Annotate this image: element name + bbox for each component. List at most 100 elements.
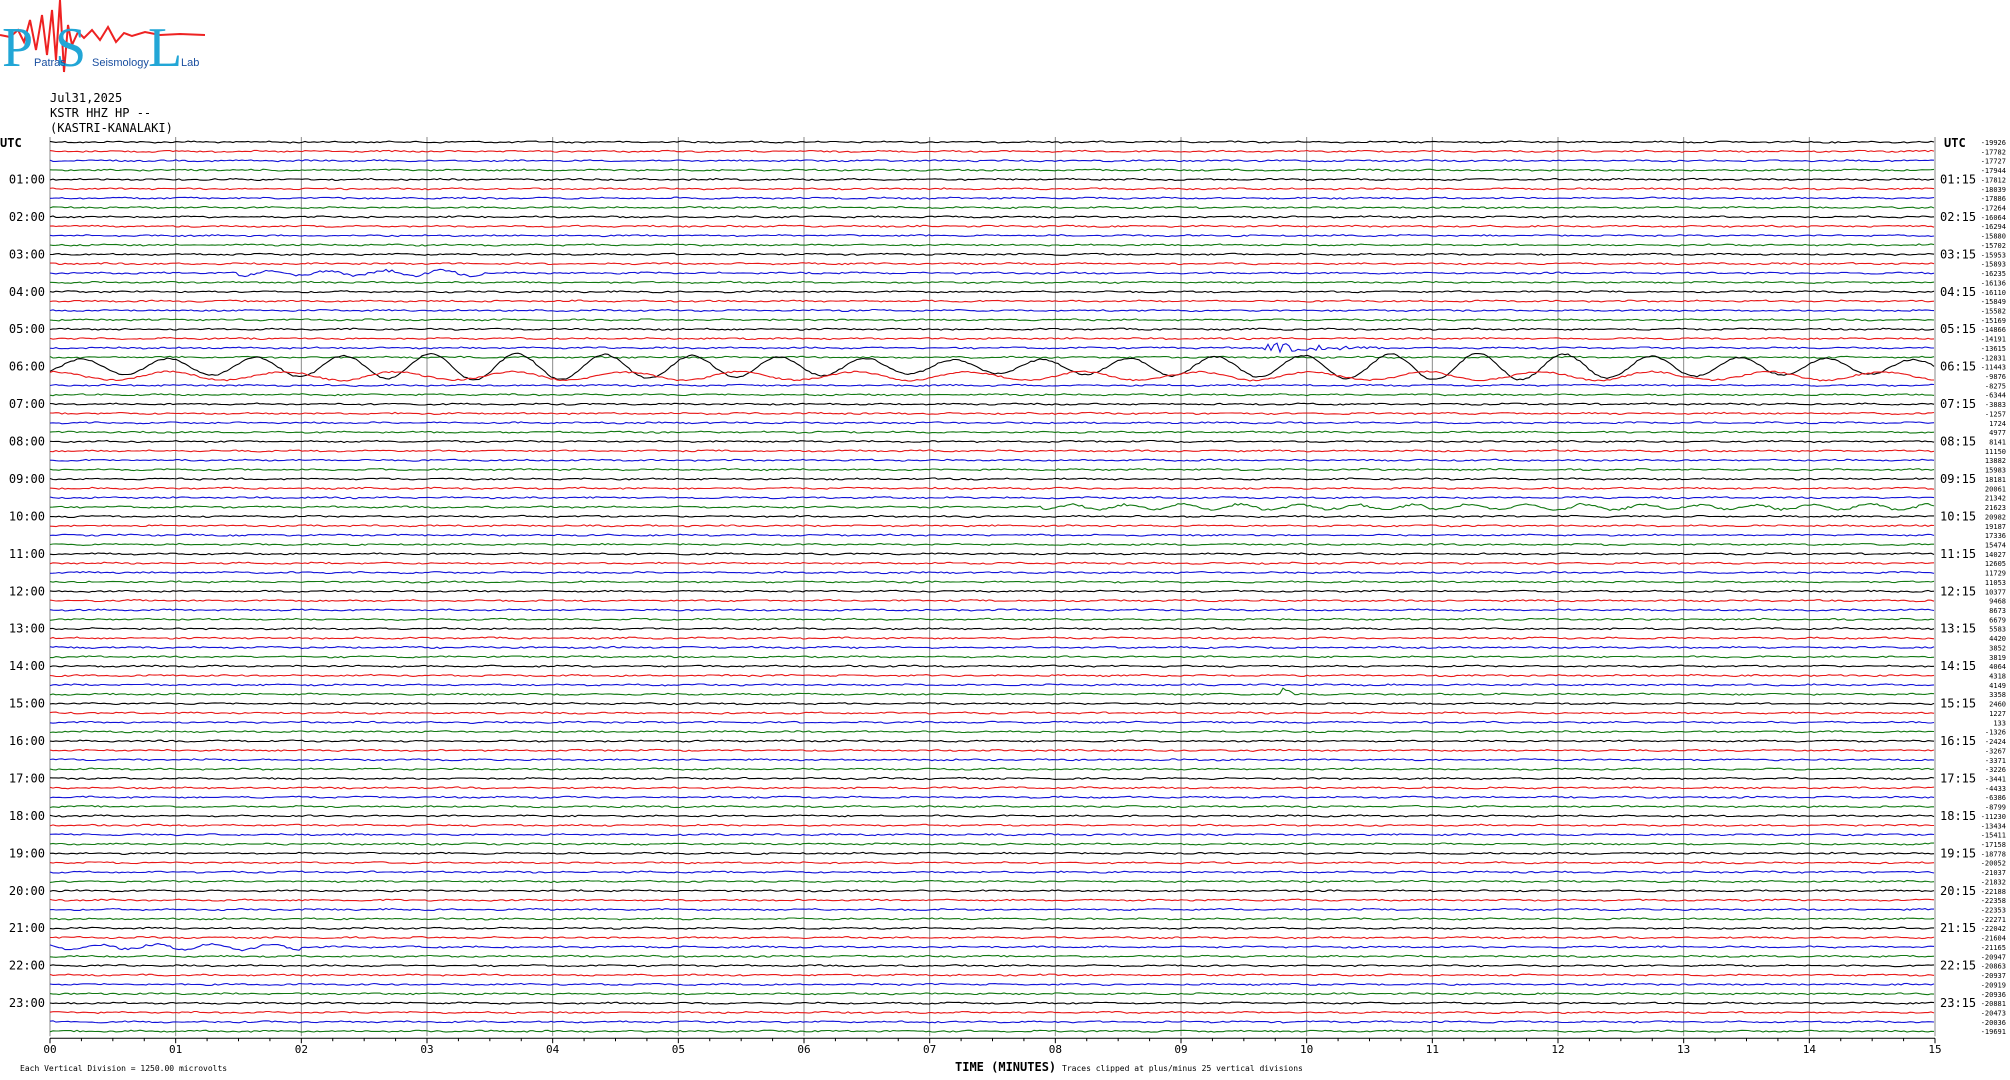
trace-offset: -19691 [1981, 1028, 2006, 1036]
left-axis-label: UTC [0, 136, 22, 150]
trace-line [49, 702, 1935, 706]
trace-line [49, 711, 1935, 715]
hour-label-left: 04:00 [9, 285, 45, 299]
trace-offset: 13882 [1985, 457, 2006, 465]
x-tick-label: 05 [672, 1043, 685, 1056]
trace-offset: -1257 [1985, 410, 2006, 418]
trace-line [49, 205, 1935, 210]
trace-line [49, 177, 1935, 181]
x-tick-label: 14 [1803, 1043, 1817, 1056]
helicorder-chart: UTC 01:00 02:00 03:00 04:00 05:00 06:00 07:00 0… [0, 136, 2006, 1074]
trace-offset: -22271 [1981, 916, 2006, 924]
x-tick-label: 11 [1426, 1043, 1439, 1056]
trace-offset: -17886 [1981, 195, 2006, 203]
trace-line [49, 243, 1935, 247]
trace-offset: 19187 [1985, 523, 2006, 531]
trace-offset: 18181 [1985, 476, 2006, 484]
hour-label-left: 11:00 [9, 547, 45, 561]
trace-line [49, 224, 1935, 228]
trace-offset: -21832 [1981, 878, 2006, 886]
trace-offset: 3852 [1989, 644, 2006, 652]
trace-offset: -21604 [1981, 935, 2006, 943]
x-tick-label: 12 [1551, 1043, 1564, 1056]
footer-clip-note: Traces clipped at plus/minus 25 vertical… [1062, 1064, 1303, 1073]
trace-line [49, 234, 1935, 238]
trace-line [49, 411, 1935, 416]
hour-label-left: 14:00 [9, 659, 45, 673]
trace-line [49, 645, 1935, 650]
trace-line [49, 795, 1935, 799]
trace-line [49, 917, 1935, 921]
trace-offset: 15474 [1985, 541, 2006, 549]
trace-offset: -15702 [1981, 242, 2006, 250]
trace-line [49, 1029, 1935, 1033]
trace-line [49, 973, 1935, 977]
trace-offset: -11230 [1981, 813, 2006, 821]
trace-offset: -20919 [1981, 981, 2006, 989]
trace-line [49, 861, 1935, 865]
trace-offset: -13434 [1981, 822, 2006, 830]
trace-line [49, 580, 1935, 584]
x-tick-label: 01 [169, 1043, 182, 1056]
trace-offset: -11443 [1981, 364, 2006, 372]
trace-line [49, 280, 1935, 284]
trace-offset: 133 [1993, 719, 2006, 727]
trace-offset: 3358 [1989, 691, 2006, 699]
trace-offset: -15849 [1981, 298, 2006, 306]
trace-line [49, 664, 1935, 668]
trace-line [49, 730, 1935, 734]
trace-offset: -15582 [1981, 307, 2006, 315]
trace-line [49, 439, 1935, 444]
x-tick-label: 07 [923, 1043, 936, 1056]
hour-label-right: 21:15 [1940, 921, 1976, 935]
trace-line [49, 393, 1935, 397]
trace-offset: 1724 [1989, 420, 2006, 428]
trace-offset: -3371 [1985, 757, 2006, 765]
hour-label-left: 09:00 [9, 472, 45, 486]
trace-line [49, 477, 1935, 481]
trace-line [49, 449, 1935, 453]
trace-offset: -20936 [1981, 991, 2006, 999]
trace-offset: 5583 [1989, 626, 2006, 634]
trace-line [49, 889, 1935, 893]
trace-offset: 10377 [1985, 588, 2006, 596]
trace-offset: -3441 [1985, 775, 2006, 783]
trace-offset: -3883 [1985, 401, 2006, 409]
hour-label-right: 20:15 [1940, 884, 1976, 898]
trace-line [49, 683, 1935, 687]
trace-offset: 21342 [1985, 495, 2006, 503]
trace-offset: -15880 [1981, 233, 2006, 241]
trace-offset: 4064 [1989, 663, 2006, 671]
trace-offset: -6344 [1985, 392, 2006, 400]
trace-line [49, 421, 1935, 425]
trace-line [49, 599, 1935, 603]
trace-line [49, 187, 1935, 191]
trace-offset: -20937 [1981, 972, 2006, 980]
x-tick-label: 10 [1300, 1043, 1313, 1056]
x-tick-label: 13 [1677, 1043, 1690, 1056]
trace-offset: -15169 [1981, 317, 2006, 325]
trace-offset: 12605 [1985, 560, 2006, 568]
trace-line [49, 636, 1935, 640]
x-axis-title: TIME (MINUTES) [955, 1060, 1056, 1074]
trace-offset-labels: -19926-17782 -17727-17944-17812 -18039-178… [1981, 139, 2006, 1036]
trace-line [49, 720, 1935, 724]
hour-label-right: 12:15 [1940, 584, 1976, 598]
hour-label-left: 12:00 [9, 584, 45, 598]
trace-line [49, 673, 1935, 678]
trace-line [49, 570, 1935, 575]
hour-label-right: 03:15 [1940, 247, 1976, 261]
trace-line [49, 318, 1935, 322]
trace-offset: -17782 [1981, 148, 2006, 156]
hour-label-left: 03:00 [9, 247, 45, 261]
trace-line [49, 383, 1935, 387]
right-hour-labels: UTC 01:15 02:15 03:15 04:15 05:15 06:15 07:15 0… [1940, 136, 1976, 1010]
trace-offset: -20473 [1981, 1009, 2006, 1017]
trace-offset: -3267 [1985, 747, 2006, 755]
trace-offset: 4318 [1989, 673, 2006, 681]
trace-line [49, 168, 1935, 172]
hour-label-left: 15:00 [9, 697, 45, 711]
trace-offset: -19926 [1981, 139, 2006, 147]
hour-label-right: 06:15 [1940, 360, 1976, 374]
trace-line [49, 552, 1935, 556]
